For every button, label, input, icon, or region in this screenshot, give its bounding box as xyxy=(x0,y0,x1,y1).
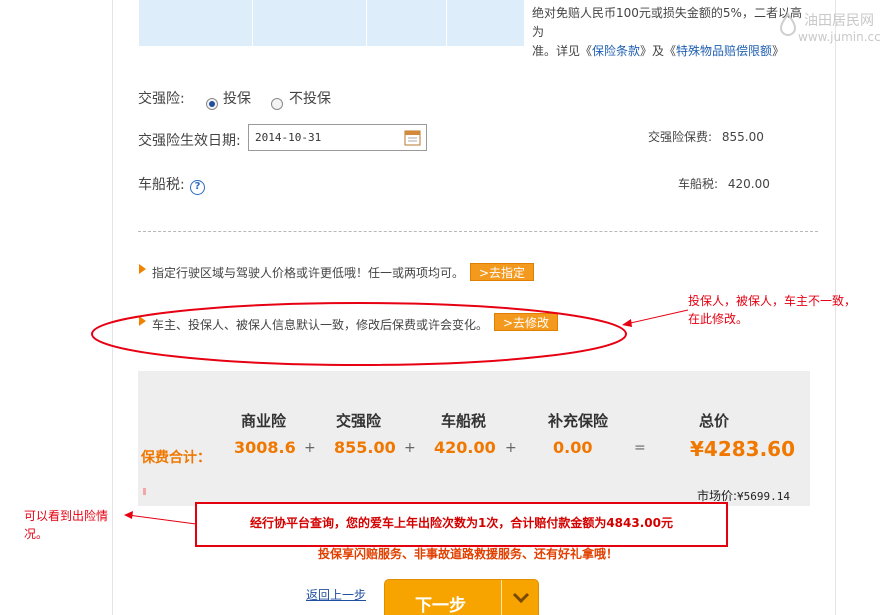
equals-sign: = xyxy=(634,440,646,456)
vessel-tax-fee-value: 420.00 xyxy=(727,177,770,191)
next-step-button[interactable]: 下一步 xyxy=(384,579,539,615)
vessel-tax-label: 车船税: xyxy=(138,177,185,193)
compulsory-buy-label[interactable]: 投保 xyxy=(223,88,251,108)
claim-history-text: 经行协平台查询，您的爱车上年出险次数为1次，合计赔付款金额为4843.00元 xyxy=(249,516,673,530)
summary-value-vessel-tax: 420.00 xyxy=(434,438,496,457)
plus-sign: + xyxy=(304,440,316,456)
table-cell xyxy=(447,0,525,46)
watermark-title: 油田居民网 xyxy=(804,13,874,29)
effective-date-label: 交强险生效日期: xyxy=(138,133,241,149)
tip-modify-text: 车主、投保人、被保人信息默认一致，修改后保费或许会变化。 xyxy=(152,318,489,332)
tip-designate-text: 指定行驶区域与驾驶人价格或许更低哦！任一或两项均可。 xyxy=(152,266,465,280)
summary-value-commercial: 3008.6 xyxy=(234,438,296,457)
special-items-limit-link[interactable]: 特殊物品赔偿限额 xyxy=(676,44,772,58)
plus-sign: + xyxy=(505,440,517,456)
compulsory-fee: 交强险保费: 855.00 xyxy=(648,128,764,145)
deductible-note-line1: 绝对免赔人民币100元或损失金额的5%，二者以高为 xyxy=(532,6,802,39)
policy-terms-link[interactable]: 保险条款 xyxy=(592,44,640,58)
next-button-separator xyxy=(501,580,502,615)
vessel-tax-fee: 车船税: 420.00 xyxy=(678,175,770,192)
service-promo-text: 投保享闪赔服务、非事故道路救援服务、还有好礼拿哦！ xyxy=(318,547,619,561)
modify-button[interactable]: >去修改 xyxy=(494,313,559,331)
table-cell xyxy=(139,0,253,46)
note-text: 》及《 xyxy=(640,44,677,58)
compulsory-insurance-label: 交强险: xyxy=(138,91,185,107)
next-step-label: 下一步 xyxy=(415,596,466,615)
watermark-url: www.jumin.cc xyxy=(798,30,881,44)
market-price-label: 市场价: xyxy=(697,489,738,503)
plus-sign: + xyxy=(404,440,416,456)
summary-header-supplementary: 补充保险 xyxy=(548,412,609,430)
compulsory-skip-label[interactable]: 不投保 xyxy=(289,88,331,108)
coverage-table-remnant xyxy=(139,0,525,46)
calendar-icon[interactable] xyxy=(404,129,421,146)
summary-header-total: 总价 xyxy=(699,412,730,430)
compulsory-fee-value: 855.00 xyxy=(721,130,764,144)
designate-button[interactable]: >去指定 xyxy=(470,263,535,281)
summary-header-vessel-tax: 车船税 xyxy=(441,412,487,430)
annotation-modify-note: 投保人，被保人，车主不一致，在此修改。 xyxy=(688,294,857,326)
effective-date-input[interactable]: 2014-10-31 xyxy=(248,124,427,151)
market-price-value: ¥5699.14 xyxy=(737,490,791,503)
summary-header-compulsory: 交强险 xyxy=(336,412,382,430)
tip-arrow-icon xyxy=(139,316,146,326)
deductible-note: 绝对免赔人民币100元或损失金额的5%，二者以高为 准。详见《保险条款》及《特殊… xyxy=(532,4,804,61)
compulsory-buy-radio[interactable] xyxy=(206,98,218,110)
note-text: 准。详见《 xyxy=(532,44,593,58)
summary-header-commercial: 商业险 xyxy=(241,412,287,430)
site-watermark: 油田居民网 www.jumin.cc xyxy=(776,10,886,50)
back-link[interactable]: 返回上一步 xyxy=(306,586,366,603)
annotation-claim-note: 可以看到出险情况。 xyxy=(24,509,109,541)
vessel-tax-fee-label: 车船税: xyxy=(678,177,719,191)
table-cell xyxy=(367,0,447,46)
compulsory-skip-radio[interactable] xyxy=(271,98,283,110)
premium-total-label: 保费合计： xyxy=(141,450,211,466)
tip-arrow-icon xyxy=(139,264,146,274)
claim-history-box: 经行协平台查询，您的爱车上年出险次数为1次，合计赔付款金额为4843.00元 xyxy=(195,502,728,547)
summary-value-supplementary: 0.00 xyxy=(553,438,593,457)
summary-value-compulsory: 855.00 xyxy=(334,438,396,457)
section-divider xyxy=(138,231,818,232)
help-icon[interactable]: ? xyxy=(190,180,205,195)
summary-value-total: ¥4283.60 xyxy=(690,437,796,461)
compulsory-fee-label: 交强险保费: xyxy=(648,130,713,144)
chevron-down-icon xyxy=(512,592,530,604)
table-cell xyxy=(253,0,367,46)
watermark-logo-icon xyxy=(779,12,797,36)
